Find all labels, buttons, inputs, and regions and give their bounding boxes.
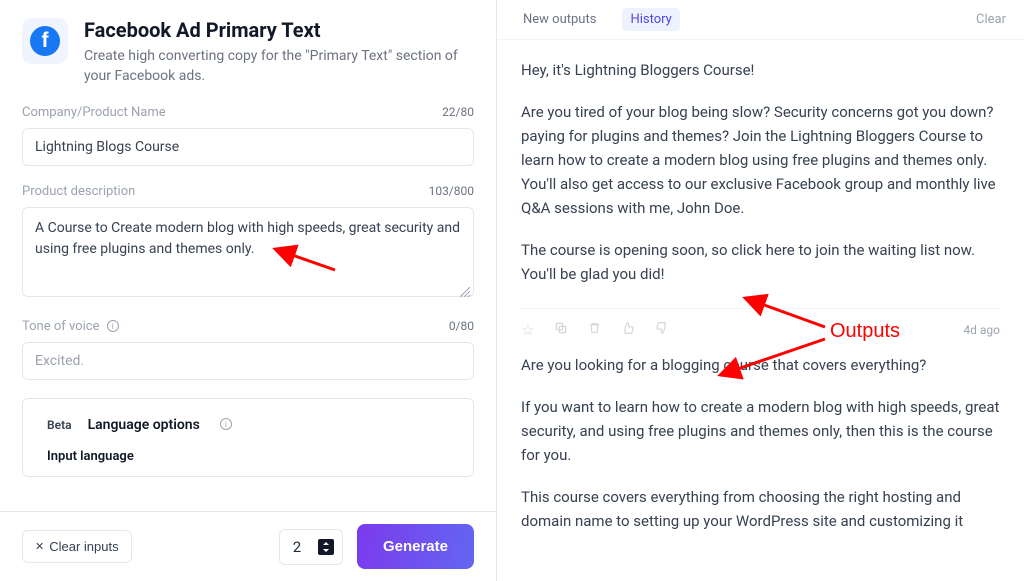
- info-icon[interactable]: i: [220, 418, 232, 430]
- page-title: Facebook Ad Primary Text: [84, 18, 474, 42]
- output-paragraph: The course is opening soon, so click her…: [521, 238, 1000, 286]
- output-paragraph: Are you tired of your blog being slow? S…: [521, 100, 1000, 220]
- output-actions: ☆ 4d ago: [521, 317, 1000, 345]
- page-subtitle: Create high converting copy for the "Pri…: [84, 46, 474, 87]
- generate-button[interactable]: Generate: [357, 524, 474, 569]
- output-paragraph: Hey, it's Lightning Bloggers Course!: [521, 58, 1000, 82]
- language-options-label: Language options: [88, 417, 200, 433]
- thumbs-up-icon[interactable]: [621, 321, 635, 339]
- description-counter: 103/800: [429, 184, 474, 198]
- description-label: Product description: [22, 184, 135, 199]
- clear-inputs-button[interactable]: ✕ Clear inputs: [22, 530, 132, 563]
- language-options-box: Beta Language options i Input language: [22, 398, 474, 477]
- field-tone: Tone of voice i 0/80: [22, 319, 474, 380]
- output-item[interactable]: Hey, it's Lightning Bloggers Course! Are…: [521, 50, 1000, 302]
- output-panel: New outputs History Clear Hey, it's Ligh…: [497, 0, 1024, 581]
- copy-icon[interactable]: [554, 321, 568, 339]
- tone-counter: 0/80: [449, 319, 474, 333]
- output-paragraph: If you want to learn how to create a mod…: [521, 395, 1000, 467]
- output-timestamp: 4d ago: [963, 323, 1000, 337]
- facebook-icon: f: [22, 18, 68, 64]
- description-textarea[interactable]: [22, 207, 474, 297]
- clear-outputs-link[interactable]: Clear: [976, 12, 1006, 27]
- beta-badge: Beta: [47, 418, 72, 432]
- star-icon[interactable]: ☆: [521, 321, 534, 339]
- tab-history[interactable]: History: [622, 8, 679, 31]
- field-description: Product description 103/800: [22, 184, 474, 301]
- input-panel: f Facebook Ad Primary Text Create high c…: [0, 0, 497, 581]
- tone-label: Tone of voice i: [22, 319, 119, 334]
- output-paragraph: This course covers everything from choos…: [521, 485, 1000, 533]
- company-input[interactable]: [22, 128, 474, 166]
- output-separator: [521, 308, 1000, 309]
- output-tabs: New outputs History Clear: [497, 0, 1024, 40]
- output-paragraph: Are you looking for a blogging course th…: [521, 353, 1000, 377]
- thumbs-down-icon[interactable]: [655, 321, 669, 339]
- company-counter: 22/80: [442, 105, 474, 119]
- quantity-stepper[interactable]: 2: [279, 529, 343, 565]
- info-icon[interactable]: i: [107, 320, 119, 332]
- tone-input[interactable]: [22, 342, 474, 380]
- company-label: Company/Product Name: [22, 105, 166, 120]
- output-item[interactable]: Are you looking for a blogging course th…: [521, 345, 1000, 549]
- field-company: Company/Product Name 22/80: [22, 105, 474, 166]
- close-icon: ✕: [35, 540, 44, 553]
- tab-new-outputs[interactable]: New outputs: [515, 8, 604, 31]
- delete-icon[interactable]: [588, 321, 601, 339]
- footer-bar: ✕ Clear inputs 2 Generate: [0, 511, 496, 581]
- stepper-icon[interactable]: [318, 539, 334, 555]
- quantity-value: 2: [288, 538, 306, 556]
- input-language-label: Input language: [47, 449, 449, 464]
